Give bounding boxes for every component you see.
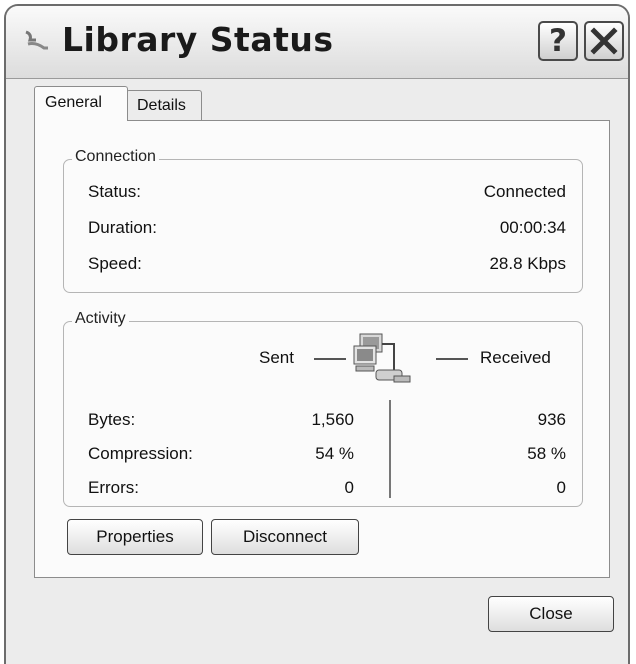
close-button[interactable]: Close bbox=[488, 596, 614, 632]
received-header: Received bbox=[480, 348, 551, 367]
activity-divider bbox=[389, 400, 391, 498]
speed-label: Speed: bbox=[88, 254, 142, 273]
disconnect-button[interactable]: Disconnect bbox=[211, 519, 359, 555]
compression-received-value: 58 % bbox=[527, 444, 566, 463]
help-button[interactable]: ? bbox=[538, 21, 578, 61]
errors-sent-value: 0 bbox=[344, 478, 354, 497]
close-window-button[interactable] bbox=[584, 21, 624, 61]
general-tab-panel: Connection Status: Connected Duration: 0… bbox=[34, 120, 610, 578]
compression-label: Compression: bbox=[88, 444, 193, 463]
network-connection-icon bbox=[25, 30, 48, 50]
status-value: Connected bbox=[483, 182, 566, 201]
connection-group: Connection Status: Connected Duration: 0… bbox=[63, 148, 583, 293]
bytes-received-value: 936 bbox=[537, 410, 566, 429]
connection-legend: Connection bbox=[72, 148, 159, 166]
network-computers-icon bbox=[353, 333, 411, 383]
status-label: Status: bbox=[88, 182, 141, 201]
bytes-label: Bytes: bbox=[88, 410, 136, 429]
title-bar[interactable]: Library Status ? bbox=[6, 6, 628, 79]
close-icon bbox=[590, 27, 618, 55]
tab-details[interactable]: Details bbox=[126, 90, 202, 120]
tab-general[interactable]: General bbox=[34, 86, 128, 121]
activity-legend: Activity bbox=[72, 310, 129, 328]
compression-sent-value: 54 % bbox=[315, 444, 354, 463]
errors-label: Errors: bbox=[88, 478, 139, 497]
sent-header: Sent bbox=[259, 348, 294, 367]
errors-received-value: 0 bbox=[556, 478, 566, 497]
duration-value: 00:00:34 bbox=[499, 218, 566, 237]
duration-label: Duration: bbox=[88, 218, 157, 237]
properties-button[interactable]: Properties bbox=[67, 519, 203, 555]
speed-value: 28.8 Kbps bbox=[489, 254, 566, 273]
sent-connector-line bbox=[314, 358, 346, 360]
activity-group: Activity Sent Received Bytes: 1,560 936 … bbox=[63, 310, 583, 507]
library-status-dialog: Library Status ? General Details Connect… bbox=[4, 4, 630, 664]
window-title: Library Status bbox=[62, 20, 334, 59]
bytes-sent-value: 1,560 bbox=[311, 410, 354, 429]
received-connector-line bbox=[436, 358, 468, 360]
